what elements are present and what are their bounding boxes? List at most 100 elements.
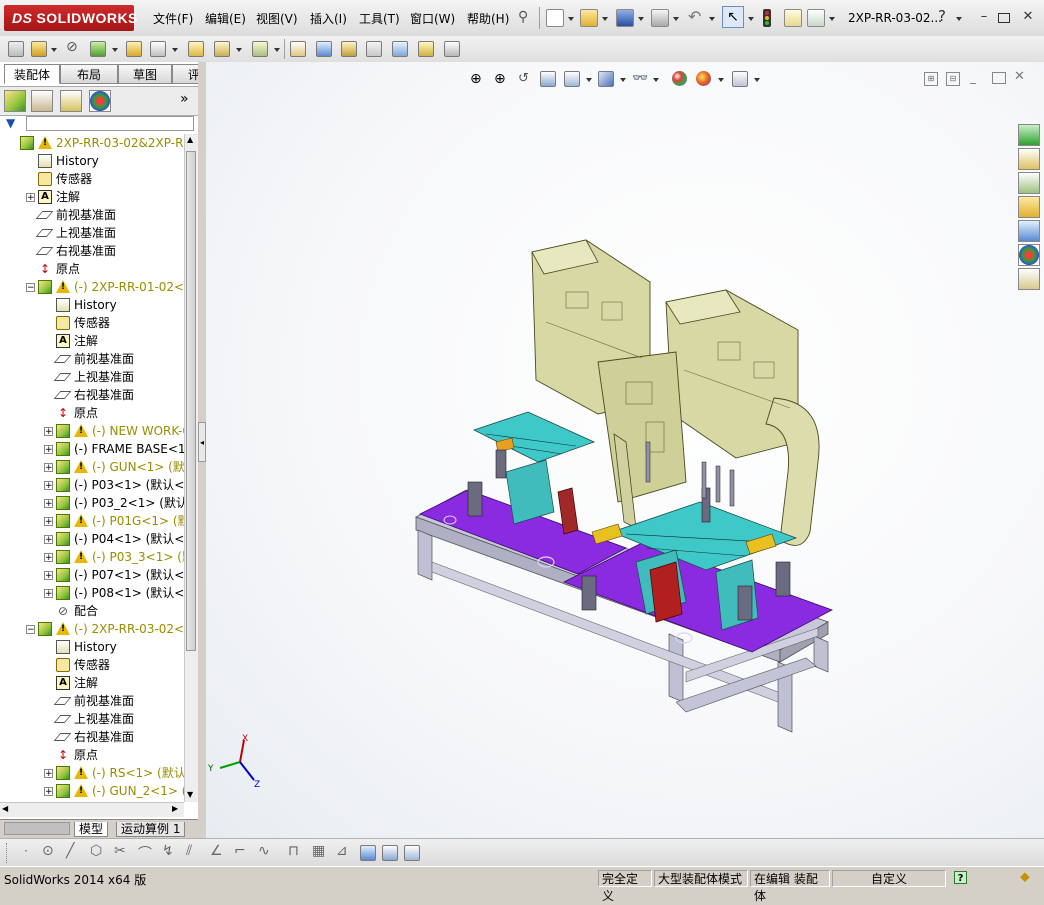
expand-panel-icon[interactable]: » <box>180 91 189 107</box>
edit-component-icon[interactable] <box>8 41 24 57</box>
offset-icon[interactable]: ↯ <box>162 843 174 859</box>
scroll-right-icon[interactable]: ▶ <box>172 804 178 813</box>
expand-icon[interactable]: + <box>44 445 53 455</box>
tree-item[interactable]: +! (-) P01G<1> (默认< <box>0 512 184 530</box>
fixture-3d-model[interactable] <box>206 62 1044 838</box>
tree-item[interactable]: 前视基准面 <box>0 692 184 710</box>
collapse-icon[interactable]: − <box>26 283 35 293</box>
expand-icon[interactable]: + <box>26 193 35 203</box>
expand-icon[interactable]: + <box>44 427 53 437</box>
linear-pattern-icon[interactable] <box>90 41 106 57</box>
menu-help[interactable]: 帮助(H) <box>467 10 509 27</box>
tree-item[interactable]: 传感器 <box>0 170 184 188</box>
smart-dimension-icon[interactable]: ⊓ <box>288 843 299 859</box>
instant3d-icon[interactable] <box>392 41 408 57</box>
relations-icon[interactable]: ⊿ <box>336 843 348 859</box>
chevron-down-icon[interactable] <box>748 17 754 21</box>
spline-icon[interactable]: ∿ <box>258 843 270 859</box>
tree-item[interactable]: ⊘ 配合 <box>0 602 184 620</box>
expand-icon[interactable]: + <box>44 517 53 527</box>
options-icon[interactable] <box>807 9 825 27</box>
tree-item[interactable]: History <box>0 638 184 656</box>
scroll-left-icon[interactable]: ◀ <box>2 804 8 813</box>
smart-fasteners-icon[interactable] <box>126 41 142 57</box>
grid-icon[interactable]: ▦ <box>312 843 325 859</box>
tree-item[interactable]: ! 2XP-RR-03-02&2XP-RR-01-02 <box>0 134 184 152</box>
take-snapshot-icon[interactable] <box>444 41 460 57</box>
rebuild-traffic-light-icon[interactable] <box>763 9 771 27</box>
tree-item[interactable]: −! (-) 2XP-RR-03-02<1> (默 <box>0 620 184 638</box>
tree-item[interactable]: 前视基准面 <box>0 206 184 224</box>
scroll-up-icon[interactable]: ▲ <box>187 135 193 144</box>
tree-item[interactable]: + A 注解 <box>0 188 184 206</box>
select-cursor-icon[interactable]: ↖ <box>722 6 744 28</box>
chevron-down-icon[interactable] <box>829 17 835 21</box>
chevron-down-icon[interactable] <box>236 48 242 52</box>
chevron-down-icon[interactable] <box>112 48 118 52</box>
expand-icon[interactable]: + <box>44 571 53 581</box>
tab-layout[interactable]: 布局 <box>60 64 118 84</box>
mate-paperclip-icon[interactable]: ⊘ <box>66 39 78 55</box>
insert-component-icon[interactable] <box>31 41 47 57</box>
chevron-down-icon[interactable] <box>709 17 715 21</box>
tree-item[interactable]: ↕ 原点 <box>0 260 184 278</box>
tree-item[interactable]: + (-) P04<1> (默认<默认 <box>0 530 184 548</box>
tab-model[interactable]: 模型 <box>74 822 109 837</box>
expand-icon[interactable]: + <box>44 463 53 473</box>
display-manager-tab-icon[interactable] <box>89 90 111 112</box>
pin-icon[interactable]: ⚲ <box>518 9 534 25</box>
repair-sketch-icon[interactable] <box>360 845 376 861</box>
print-icon[interactable] <box>651 9 669 27</box>
tree-item[interactable]: +! (-) P03_3<1> (默认< <box>0 548 184 566</box>
feature-manager-tab-icon[interactable] <box>4 90 26 112</box>
new-document-icon[interactable] <box>546 9 564 27</box>
circle-icon[interactable]: ⊙ <box>42 843 54 859</box>
solidworks-resources-icon[interactable] <box>1018 124 1040 146</box>
tree-item[interactable]: +! (-) GUN_2<1> (默认< <box>0 782 184 800</box>
help-icon[interactable]: ? <box>938 7 946 25</box>
tree-item[interactable]: 上视基准面 <box>0 224 184 242</box>
tree-scroll-thumb[interactable] <box>186 151 196 651</box>
tab-nav-arrows[interactable] <box>4 822 70 835</box>
chevron-down-icon[interactable] <box>956 17 962 21</box>
file-explorer-icon[interactable] <box>1018 196 1040 218</box>
tree-item[interactable]: 传感器 <box>0 656 184 674</box>
chevron-down-icon[interactable] <box>274 48 280 52</box>
show-hidden-components-icon[interactable] <box>188 41 204 57</box>
tree-item[interactable]: A 注解 <box>0 674 184 692</box>
minimize-icon[interactable]: – <box>976 10 992 24</box>
property-manager-tab-icon[interactable] <box>31 90 53 112</box>
open-folder-icon[interactable] <box>580 9 598 27</box>
restore-icon[interactable] <box>998 13 1010 23</box>
quick-tips-icon[interactable]: ? <box>954 871 967 884</box>
tree-item[interactable]: +! (-) GUN<1> (默认<默 <box>0 458 184 476</box>
menu-view[interactable]: 视图(V) <box>256 10 298 27</box>
angle-icon[interactable]: ∠ <box>210 843 223 859</box>
tree-item[interactable]: 上视基准面 <box>0 710 184 728</box>
tree-item[interactable]: +! (-) RS<1> (默认<默 <box>0 764 184 782</box>
tree-item[interactable]: History <box>0 152 184 170</box>
tree-item[interactable]: 右视基准面 <box>0 728 184 746</box>
home-icon[interactable] <box>1018 148 1040 170</box>
chevron-down-icon[interactable] <box>638 17 644 21</box>
tab-motion-study[interactable]: 运动算例 1 <box>116 822 186 837</box>
tree-horizontal-scrollbar[interactable]: ◀ ▶ <box>0 802 184 817</box>
point-icon[interactable]: · <box>24 844 28 858</box>
custom-properties-icon[interactable] <box>1018 268 1040 290</box>
configuration-manager-tab-icon[interactable] <box>60 90 82 112</box>
graphics-area[interactable]: ⊕ ⊕ ↺ 👓 ⊞ ⊟ _ ✕ X Y Z <box>206 62 1044 838</box>
bill-of-materials-icon[interactable] <box>316 41 332 57</box>
save-icon[interactable] <box>616 9 634 27</box>
tree-item[interactable]: History <box>0 296 184 314</box>
expand-icon[interactable]: + <box>44 481 53 491</box>
tree-filter-input[interactable] <box>26 116 194 131</box>
line-icon[interactable]: ╱ <box>66 843 74 859</box>
menu-tools[interactable]: 工具(T) <box>359 10 400 27</box>
tree-item[interactable]: 传感器 <box>0 314 184 332</box>
chevron-down-icon[interactable] <box>602 17 608 21</box>
reference-geometry-icon[interactable] <box>252 41 268 57</box>
tree-item[interactable]: + (-) FRAME BASE<1> (默 <box>0 440 184 458</box>
chevron-down-icon[interactable] <box>568 17 574 21</box>
expand-icon[interactable]: + <box>44 787 53 797</box>
chevron-down-icon[interactable] <box>673 17 679 21</box>
